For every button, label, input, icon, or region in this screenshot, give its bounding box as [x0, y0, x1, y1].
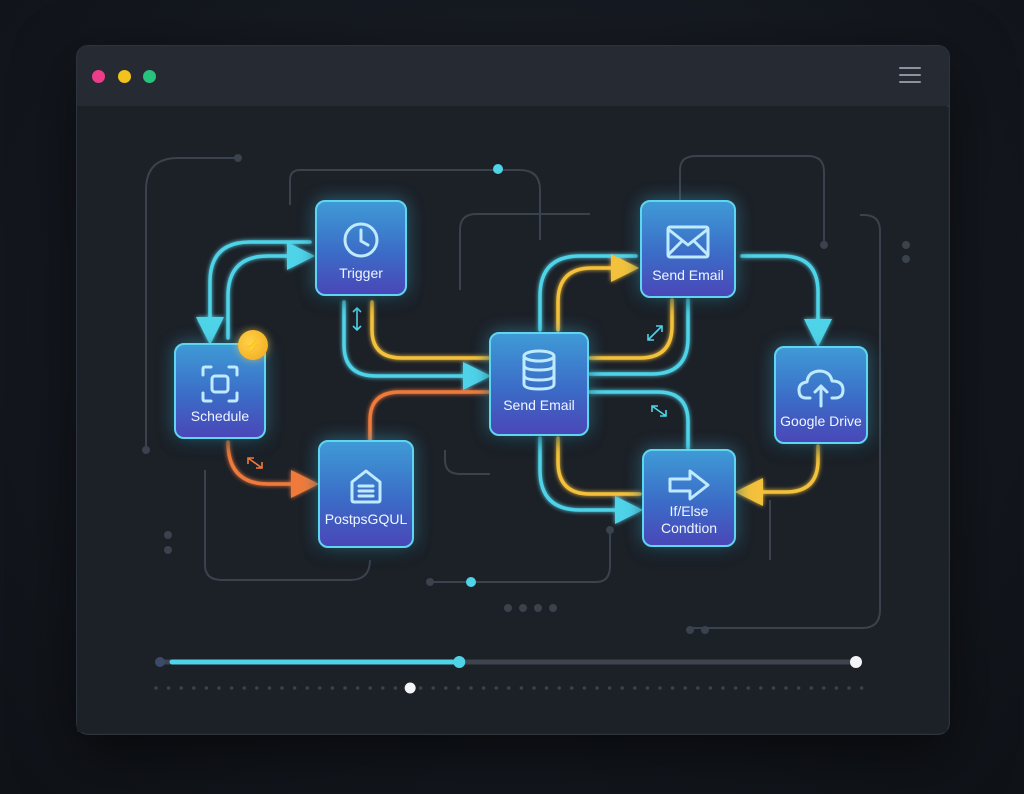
timeline-tick	[204, 686, 209, 690]
database-icon	[491, 348, 587, 392]
timeline-tick	[645, 686, 650, 690]
timeline-tick	[633, 686, 637, 690]
timeline-tick	[355, 686, 360, 690]
timeline-tick	[166, 686, 171, 690]
timeline-end-handle[interactable]	[850, 656, 862, 668]
timeline-tick	[494, 686, 499, 690]
timeline-tick	[784, 686, 788, 690]
timeline-tick	[696, 686, 700, 690]
timeline-tick	[834, 686, 839, 690]
node-label-line: Condtion	[660, 520, 718, 536]
node-label: PostpsGQUL	[324, 511, 408, 527]
node-google-drive[interactable]: Google Drive	[774, 346, 868, 444]
timeline-tick	[381, 686, 385, 690]
node-label: If/Else Condtion	[644, 503, 734, 537]
node-label: Trigger	[339, 265, 383, 281]
timeline-tick	[746, 686, 750, 690]
node-label-line: If/Else	[669, 503, 709, 519]
node-label: Send Email	[652, 267, 724, 283]
signal-dot	[493, 164, 503, 174]
timeline-tick	[481, 686, 486, 690]
timeline-tick	[393, 686, 398, 690]
timeline-tick	[507, 686, 511, 690]
timeline-tick	[267, 686, 272, 690]
timeline-tick	[809, 686, 813, 690]
timeline-tick	[658, 686, 662, 690]
timeline-tick	[822, 686, 826, 690]
timeline-tick	[771, 686, 776, 690]
timeline-tick	[179, 686, 183, 690]
timeline-tick	[456, 686, 461, 690]
timeline-tick	[318, 686, 322, 690]
node-send-email-center[interactable]: Send Email	[489, 332, 589, 436]
timeline-tick	[847, 686, 851, 690]
timeline-tick	[280, 686, 284, 690]
arrow-right-icon	[644, 467, 734, 503]
timeline-tick	[670, 686, 675, 690]
timeline-tick	[343, 686, 347, 690]
timeline-tick	[607, 686, 612, 690]
signal-dot	[466, 577, 476, 587]
timeline-tick	[708, 686, 713, 690]
clock-icon	[317, 220, 405, 260]
timeline-tick	[532, 686, 536, 690]
timeline-tick	[544, 686, 549, 690]
timeline-tick	[733, 686, 738, 690]
node-postgres[interactable]: PostpsGQUL	[318, 440, 414, 548]
timeline-tick	[444, 686, 448, 690]
timeline-tick	[595, 686, 599, 690]
timeline-tick	[254, 686, 259, 690]
timeline-tick	[557, 686, 561, 690]
envelope-icon	[642, 224, 734, 260]
timeline-tick	[217, 686, 221, 690]
timeline-tick	[292, 686, 297, 690]
timeline-tick	[330, 686, 335, 690]
timeline-tick	[582, 686, 587, 690]
database-archive-icon	[320, 466, 412, 506]
timeline-tick	[229, 686, 234, 690]
timeline-tick	[242, 686, 246, 690]
timeline-tick	[721, 686, 725, 690]
node-label: Send Email	[503, 397, 575, 413]
node-trigger[interactable]: Trigger	[315, 200, 407, 296]
node-send-email[interactable]: Send Email	[640, 200, 736, 298]
timeline-tick	[154, 686, 158, 690]
node-if-else[interactable]: If/Else Condtion	[642, 449, 736, 547]
node-label: Schedule	[190, 408, 250, 424]
timeline-tick	[305, 686, 310, 690]
timeline-tick	[859, 686, 864, 690]
timeline-tick	[519, 686, 524, 690]
node-label: Google Drive	[780, 413, 862, 429]
timeline-tick	[431, 686, 436, 690]
timeline-tick	[418, 686, 423, 690]
timeline-tick	[796, 686, 801, 690]
lightning-icon: ⚡	[238, 330, 268, 360]
timeline-marker[interactable]	[404, 682, 416, 694]
timeline-start-handle[interactable]	[155, 657, 165, 667]
timeline-tick	[759, 686, 763, 690]
timeline-tick	[620, 686, 624, 690]
timeline-tick	[570, 686, 574, 690]
timeline-tick	[469, 686, 473, 690]
timeline-tick	[192, 686, 196, 690]
timeline-tick	[683, 686, 687, 690]
timeline-tick	[368, 686, 373, 690]
cloud-upload-icon	[776, 366, 866, 408]
timeline-progress-handle[interactable]	[453, 656, 466, 668]
scan-frame-icon	[176, 363, 264, 405]
